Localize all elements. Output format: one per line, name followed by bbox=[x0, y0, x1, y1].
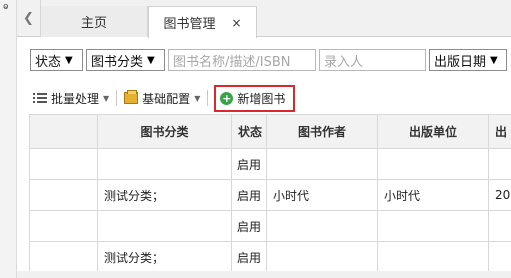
status-select-value: 状态 bbox=[35, 54, 62, 70]
tab-bar: ❮ 主页 图书管理 × bbox=[17, 0, 511, 38]
table-header-row: 图书分类 状态 图书作者 出版单位 出 bbox=[29, 114, 511, 149]
tab-book-management-label: 图书管理 bbox=[163, 17, 216, 32]
toolbar-divider bbox=[207, 90, 209, 106]
search-input-placeholder: 图书名称/描述/ISBN bbox=[173, 54, 291, 70]
add-book-button[interactable]: + 新增图书 bbox=[214, 84, 296, 112]
entry-person-input[interactable]: 录入人 bbox=[319, 49, 426, 71]
truncated-cell bbox=[488, 241, 511, 273]
author-cell bbox=[266, 210, 378, 242]
truncated-cell: 20 bbox=[488, 179, 511, 211]
status-select[interactable]: 状态 ▼ bbox=[30, 49, 83, 71]
add-icon: + bbox=[220, 91, 234, 105]
table-row[interactable]: 启用 bbox=[29, 148, 511, 180]
row-select-cell[interactable] bbox=[29, 210, 98, 242]
dropdown-caret-icon: ▼ bbox=[103, 93, 110, 103]
col-header-status[interactable]: 状态 bbox=[231, 114, 267, 149]
left-rail: ⱺ bbox=[0, 0, 17, 278]
table-row[interactable]: 测试分类； 启用 小时代 小时代 20 bbox=[29, 179, 511, 211]
publisher-cell bbox=[377, 148, 489, 180]
col-header-category[interactable]: 图书分类 bbox=[97, 114, 232, 149]
category-cell bbox=[97, 148, 232, 180]
toolbar-divider bbox=[116, 90, 118, 106]
tab-scroll-left-icon[interactable]: ❮ bbox=[17, 0, 41, 37]
chevron-down-icon: ▼ bbox=[490, 54, 498, 66]
search-input[interactable]: 图书名称/描述/ISBN bbox=[168, 49, 316, 71]
row-select-cell[interactable] bbox=[29, 179, 98, 211]
status-cell: 启用 bbox=[231, 210, 267, 242]
row-select-cell[interactable] bbox=[29, 148, 98, 180]
table-row[interactable]: 测试分类； 启用 bbox=[29, 241, 511, 273]
entry-person-placeholder: 录入人 bbox=[324, 54, 364, 70]
filter-bar: 状态 ▼ 图书分类 ▼ 图书名称/描述/ISBN 录入人 出版日期 ▼ bbox=[30, 49, 510, 71]
pub-date-select-value: 出版日期 bbox=[434, 54, 487, 70]
category-cell bbox=[97, 210, 232, 242]
horizontal-scrollbar[interactable] bbox=[17, 271, 511, 278]
category-select[interactable]: 图书分类 ▼ bbox=[86, 49, 165, 71]
publisher-cell: 小时代 bbox=[377, 179, 489, 211]
author-cell bbox=[266, 148, 378, 180]
status-cell: 启用 bbox=[231, 179, 267, 211]
author-cell: 小时代 bbox=[266, 179, 378, 211]
col-header-author[interactable]: 图书作者 bbox=[266, 114, 378, 149]
row-select-cell[interactable] bbox=[29, 241, 98, 273]
category-cell: 测试分类； bbox=[97, 241, 232, 273]
col-header-publisher[interactable]: 出版单位 bbox=[377, 114, 489, 149]
basic-config-button[interactable]: 基础配置 ▼ bbox=[121, 87, 203, 109]
col-header-truncated[interactable]: 出 bbox=[488, 114, 511, 149]
pub-date-select[interactable]: 出版日期 ▼ bbox=[429, 49, 507, 71]
publisher-cell bbox=[377, 241, 489, 273]
status-cell: 启用 bbox=[231, 241, 267, 273]
tab-home[interactable]: 主页 bbox=[41, 6, 148, 37]
book-table: 图书分类 状态 图书作者 出版单位 出 启用 测试分类； 启用 小时代 小时代 … bbox=[29, 114, 511, 273]
category-select-value: 图书分类 bbox=[91, 54, 144, 70]
col-header-select bbox=[29, 114, 98, 149]
toolbar: 批量处理 ▼ 基础配置 ▼ + 新增图书 bbox=[30, 84, 296, 112]
truncated-cell bbox=[488, 210, 511, 242]
batch-process-button[interactable]: 批量处理 ▼ bbox=[30, 87, 112, 109]
truncated-cell bbox=[488, 148, 511, 180]
tab-book-management[interactable]: 图书管理 × bbox=[148, 6, 257, 38]
list-icon bbox=[33, 93, 47, 103]
chevron-down-icon: ▼ bbox=[147, 54, 155, 66]
add-book-label: 新增图书 bbox=[237, 91, 286, 106]
status-cell: 启用 bbox=[231, 148, 267, 180]
tab-home-label: 主页 bbox=[80, 16, 107, 31]
table-row[interactable]: 启用 bbox=[29, 210, 511, 242]
dropdown-caret-icon: ▼ bbox=[194, 93, 201, 103]
box-icon bbox=[124, 90, 139, 104]
category-cell: 测试分类； bbox=[97, 179, 232, 211]
publisher-cell bbox=[377, 210, 489, 242]
chevron-down-icon: ▼ bbox=[65, 54, 73, 66]
basic-config-label: 基础配置 bbox=[142, 91, 191, 106]
pin-icon[interactable]: ⱺ bbox=[3, 2, 9, 12]
author-cell bbox=[266, 241, 378, 273]
close-icon[interactable]: × bbox=[231, 16, 241, 30]
batch-process-label: 批量处理 bbox=[51, 91, 100, 106]
